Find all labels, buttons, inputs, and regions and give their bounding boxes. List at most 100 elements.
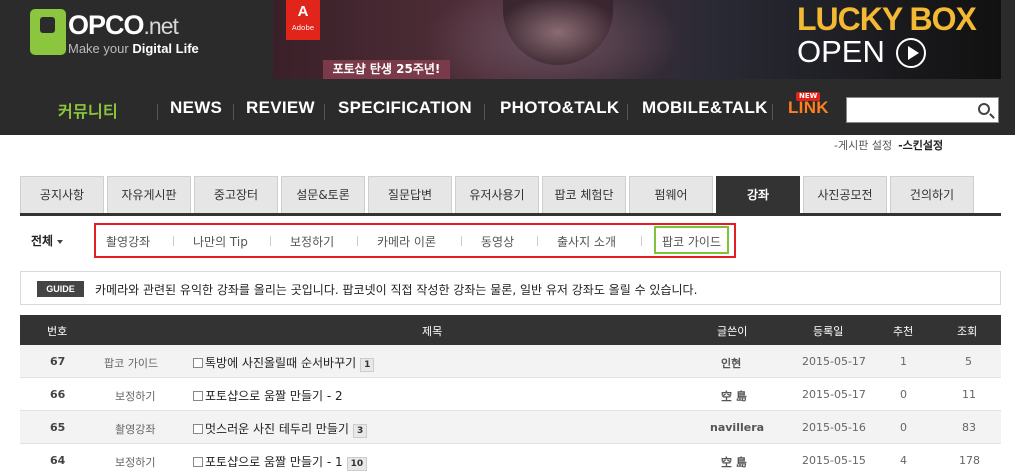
row-category: 보정하기 xyxy=(115,390,156,403)
table-row[interactable]: 67 팝코 가이드 톡방에 사진올릴때 순서바꾸기 1 인현 2015-05-17… xyxy=(20,345,1001,378)
board-settings: -게시판 설정 -스킨설정 xyxy=(834,137,943,153)
play-icon[interactable] xyxy=(896,38,926,68)
header-views: 조회 xyxy=(957,325,978,338)
guide-badge: GUIDE xyxy=(37,281,84,297)
category-divider xyxy=(270,236,271,246)
table-row[interactable]: 66 보정하기 포토샵으로 움짤 만들기 - 2 空 島 2015-05-17 … xyxy=(20,378,1001,411)
row-date: 2015-05-17 xyxy=(802,355,866,368)
nav-divider xyxy=(324,104,325,120)
category-video[interactable]: 동영상 xyxy=(481,233,514,250)
tab-used-market[interactable]: 중고장터 xyxy=(194,176,278,213)
search-input[interactable] xyxy=(846,97,999,123)
tab-survey[interactable]: 설문&토론 xyxy=(281,176,365,213)
row-category: 촬영강좌 xyxy=(115,423,156,436)
category-editing[interactable]: 보정하기 xyxy=(290,233,334,250)
nav-divider xyxy=(233,104,234,120)
row-recommend: 0 xyxy=(900,388,907,401)
row-views: 178 xyxy=(959,454,980,467)
nav-item-photo-talk[interactable]: PHOTO&TALK xyxy=(500,98,619,118)
row-category: 팝코 가이드 xyxy=(104,357,159,370)
nav-item-community[interactable]: 커뮤니티 xyxy=(58,98,118,122)
row-title[interactable]: 멋스러운 사진 테두리 만들기 xyxy=(205,422,349,436)
ad-banner[interactable]: A Adobe 포토샵 탄생 25주년! LUCKY BOX OPEN xyxy=(273,0,1001,79)
guide-notice: GUIDE 카메라와 관련된 유익한 강좌를 올리는 곳입니다. 팝코넷이 직접… xyxy=(20,271,1001,305)
tab-free-board[interactable]: 자유게시판 xyxy=(107,176,191,213)
row-category: 보정하기 xyxy=(115,456,156,469)
tab-suggestion[interactable]: 건의하기 xyxy=(890,176,974,213)
row-recommend: 1 xyxy=(900,355,907,368)
tab-photo-contest[interactable]: 사진공모전 xyxy=(803,176,887,213)
document-icon xyxy=(193,391,203,401)
board-settings-link[interactable]: -게시판 설정 xyxy=(834,139,892,152)
row-recommend: 0 xyxy=(900,421,907,434)
category-popco-guide[interactable]: 팝코 가이드 xyxy=(662,233,721,250)
header-author: 글쓴이 xyxy=(717,325,748,338)
logo-tagline-bold: Digital Life xyxy=(132,41,199,56)
logo-mark-icon xyxy=(30,9,66,55)
row-num: 67 xyxy=(50,355,66,368)
document-icon xyxy=(193,424,203,434)
row-title[interactable]: 포토샵으로 움짤 만들기 - 2 xyxy=(205,389,343,403)
row-date: 2015-05-17 xyxy=(802,388,866,401)
category-all-label: 전체 xyxy=(31,234,54,248)
tab-lecture[interactable]: 강좌 xyxy=(716,176,800,213)
header-title: 제목 xyxy=(422,325,443,338)
row-views: 5 xyxy=(965,355,972,368)
tab-experience[interactable]: 팝코 체험단 xyxy=(542,176,626,213)
document-icon xyxy=(193,358,203,368)
row-title[interactable]: 포토샵으로 움짤 만들기 - 1 xyxy=(205,455,343,469)
category-all-dropdown[interactable]: 전체 xyxy=(31,232,64,249)
nav-item-news[interactable]: NEWS xyxy=(170,98,222,118)
nav-divider xyxy=(484,104,485,120)
row-title[interactable]: 톡방에 사진올릴때 순서바꾸기 xyxy=(205,356,356,370)
category-divider xyxy=(641,236,642,246)
tab-firmware[interactable]: 펌웨어 xyxy=(629,176,713,213)
row-author[interactable]: navillera xyxy=(710,421,764,434)
adobe-logo-label: Adobe xyxy=(291,24,315,32)
header-date: 등록일 xyxy=(813,325,844,338)
category-divider xyxy=(357,236,358,246)
tab-notice[interactable]: 공지사항 xyxy=(20,176,104,213)
category-my-tip[interactable]: 나만의 Tip xyxy=(193,233,248,250)
comment-count: 3 xyxy=(352,424,368,438)
row-author[interactable]: 인현 xyxy=(721,355,741,371)
nav-item-link[interactable]: LINK xyxy=(788,98,829,118)
row-num: 65 xyxy=(50,421,66,434)
tab-qna[interactable]: 질문답변 xyxy=(368,176,452,213)
row-views: 11 xyxy=(962,388,976,401)
banner-promo-title: LUCKY BOX xyxy=(797,1,977,37)
table-header: 번호 제목 글쓴이 등록일 추천 조회 xyxy=(20,315,1001,345)
comment-count: 1 xyxy=(360,358,375,372)
board-tabs: 공지사항 자유게시판 중고장터 설문&토론 질문답변 유저사용기 팝코 체험단 … xyxy=(20,176,1001,216)
row-title-cell: 멋스러운 사진 테두리 만들기 3 xyxy=(193,420,368,438)
row-num: 64 xyxy=(50,454,66,467)
logo-tagline: Make your xyxy=(68,41,133,56)
nav-divider xyxy=(772,104,773,120)
nav-divider xyxy=(627,104,628,120)
chevron-down-icon xyxy=(57,239,64,244)
adobe-logo: A Adobe xyxy=(286,0,320,40)
skin-settings-link[interactable]: -스킨설정 xyxy=(898,139,943,152)
popco-logo[interactable]: OPCO.net Make your Digital Life xyxy=(30,9,220,61)
adobe-logo-letter: A xyxy=(297,3,309,20)
search-icon[interactable] xyxy=(978,103,990,115)
table-row[interactable]: 65 촬영강좌 멋스러운 사진 테두리 만들기 3 navillera 2015-… xyxy=(20,411,1001,444)
row-num: 66 xyxy=(50,388,66,401)
row-author[interactable]: 空 島 xyxy=(721,388,747,404)
category-location[interactable]: 출사지 소개 xyxy=(557,233,616,250)
logo-text: OPCO xyxy=(68,10,145,40)
category-shooting[interactable]: 촬영강좌 xyxy=(106,233,150,250)
tab-user-review[interactable]: 유저사용기 xyxy=(455,176,539,213)
nav-item-specification[interactable]: SPECIFICATION xyxy=(338,98,472,118)
category-camera-theory[interactable]: 카메라 이론 xyxy=(377,233,436,250)
document-icon xyxy=(193,457,203,467)
banner-promo-subtitle: OPEN xyxy=(797,34,885,69)
row-title-cell: 포토샵으로 움짤 만들기 - 2 xyxy=(193,387,343,404)
logo-net: .net xyxy=(143,13,179,39)
guide-text: 카메라와 관련된 유익한 강좌를 올리는 곳입니다. 팝코넷이 직접 작성한 강… xyxy=(95,283,698,297)
nav-item-mobile-talk[interactable]: MOBILE&TALK xyxy=(642,98,768,118)
table-row[interactable]: 64 보정하기 포토샵으로 움짤 만들기 - 1 10 空 島 2015-05-1… xyxy=(20,444,1001,474)
row-title-cell: 포토샵으로 움짤 만들기 - 1 10 xyxy=(193,453,368,471)
nav-item-review[interactable]: REVIEW xyxy=(246,98,315,118)
row-author[interactable]: 空 島 xyxy=(721,454,747,470)
